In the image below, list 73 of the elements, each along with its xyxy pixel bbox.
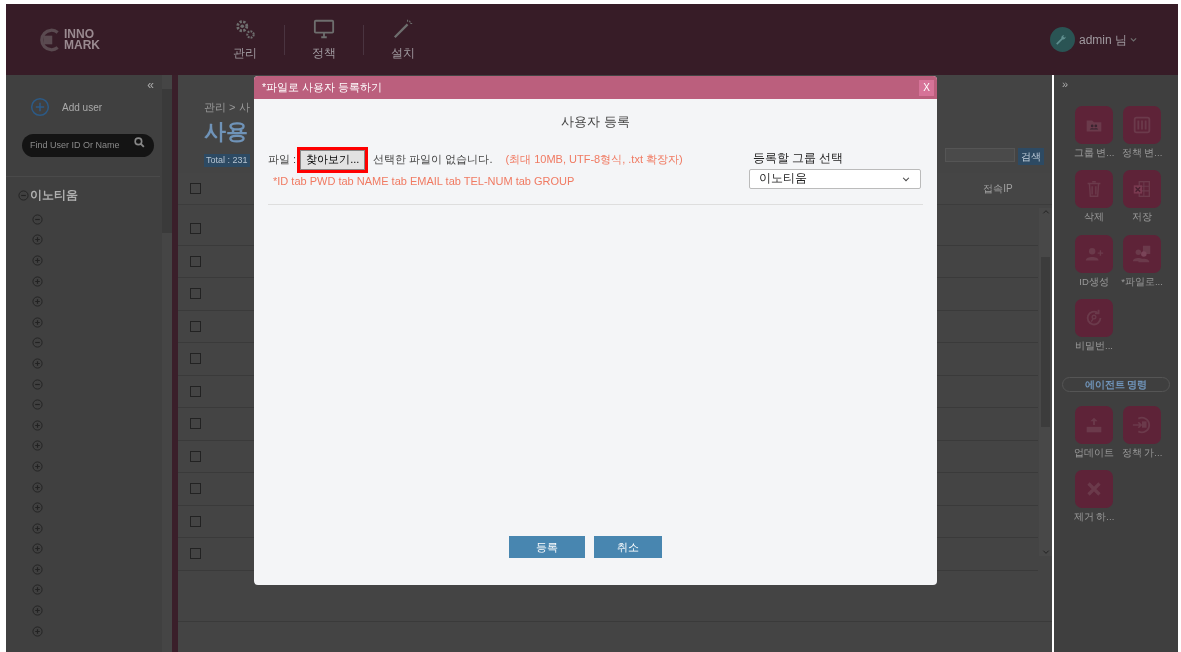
collapse-toggle-icon[interactable] [32, 378, 43, 390]
dialog-button[interactable]: 취소 [594, 536, 662, 558]
checkbox[interactable] [190, 183, 201, 194]
column-header: 접속IP [983, 182, 1013, 196]
scrollbar[interactable] [1039, 208, 1052, 556]
document-import-icon [1131, 414, 1153, 436]
expand-toggle-icon[interactable] [32, 316, 43, 328]
field-label: 등록할 그룹 선택 [753, 150, 845, 166]
logo-text: INNO [64, 28, 94, 40]
collapse-toggle-icon[interactable] [32, 399, 43, 411]
expand-toggle-icon[interactable] [32, 563, 43, 575]
dialog-title: *파일로 사용자 등록하기 [262, 79, 382, 95]
search-button[interactable]: 검색 [1018, 148, 1044, 165]
breadcrumb: 관리 > 사 [204, 100, 251, 115]
total-count: Total : 231 [204, 153, 250, 167]
expand-toggle-icon[interactable] [32, 440, 43, 452]
monitor-icon [312, 17, 336, 40]
chevron-down-icon [1129, 35, 1138, 44]
expand-toggle-icon[interactable] [32, 460, 43, 472]
checkbox[interactable] [190, 385, 201, 397]
checkbox[interactable] [190, 223, 201, 235]
search-icon [133, 136, 146, 149]
nav-tab[interactable]: 관리 [206, 17, 284, 62]
expand-toggle-icon[interactable] [32, 625, 43, 637]
checkbox[interactable] [190, 255, 201, 267]
expand-toggle-icon[interactable] [32, 296, 43, 308]
field-label: 파일 : [268, 152, 297, 168]
scrollbar[interactable] [162, 75, 172, 652]
search-field[interactable]: Find User ID Or Name [22, 133, 154, 157]
group-select[interactable]: 이노티움 [749, 168, 921, 189]
expand-toggle-icon[interactable] [32, 275, 43, 287]
expand-toggle-icon[interactable] [32, 419, 43, 431]
expand-toggle-icon[interactable] [32, 584, 43, 596]
page-title: 사용 [204, 117, 248, 146]
checkbox[interactable] [190, 515, 201, 527]
expand-toggle-icon[interactable] [32, 234, 43, 246]
plus-circle-icon [30, 97, 50, 117]
checkbox[interactable] [190, 288, 201, 300]
expand-toggle-icon[interactable] [32, 357, 43, 369]
expand-button[interactable]: » [1062, 79, 1069, 90]
collapse-button[interactable]: « [147, 79, 154, 91]
checkbox[interactable] [190, 483, 201, 495]
expand-toggle-icon[interactable] [32, 543, 43, 555]
chevron-up-icon [1041, 208, 1050, 216]
logo-text: MARK [64, 39, 100, 51]
checkbox[interactable] [190, 548, 201, 560]
chevron-down-icon [1041, 548, 1050, 556]
dialog-button[interactable]: 등록 [509, 536, 585, 558]
browse-button[interactable]: 찾아보기... [300, 149, 366, 170]
gears-icon [233, 17, 257, 40]
user-menu[interactable]: admin 님 [1078, 30, 1138, 49]
checkbox[interactable] [190, 320, 201, 332]
expand-toggle-icon[interactable] [32, 502, 43, 514]
file-status: 선택한 파일이 없습니다. [373, 152, 493, 168]
checkbox[interactable] [190, 353, 201, 365]
tree-item[interactable]: 이노티움 [30, 186, 78, 204]
format-hint: *ID tab PWD tab NAME tab EMAIL tab TEL-NUM tab GROUP [273, 173, 576, 189]
checkbox[interactable] [190, 450, 201, 462]
expand-toggle-icon[interactable] [32, 255, 43, 266]
expand-toggle-icon[interactable] [32, 605, 43, 617]
expand-toggle-icon[interactable] [32, 522, 43, 534]
close-button[interactable]: X [919, 79, 934, 96]
collapse-toggle-icon[interactable] [32, 213, 43, 225]
checkbox[interactable] [190, 418, 201, 430]
collapse-toggle-icon[interactable] [32, 337, 43, 349]
add-user-link[interactable]: Add user [62, 99, 103, 115]
nav-tab[interactable]: 설치 [364, 17, 442, 62]
collapse-toggle-icon[interactable] [18, 189, 29, 201]
wand-icon [391, 17, 415, 40]
expand-toggle-icon[interactable] [32, 481, 43, 493]
dialog-heading: 사용자 등록 [560, 113, 631, 131]
file-hint: (최대 10MB, UTF-8형식, .txt 확장자) [505, 152, 683, 168]
nav-tab[interactable]: 정책 [285, 17, 363, 62]
